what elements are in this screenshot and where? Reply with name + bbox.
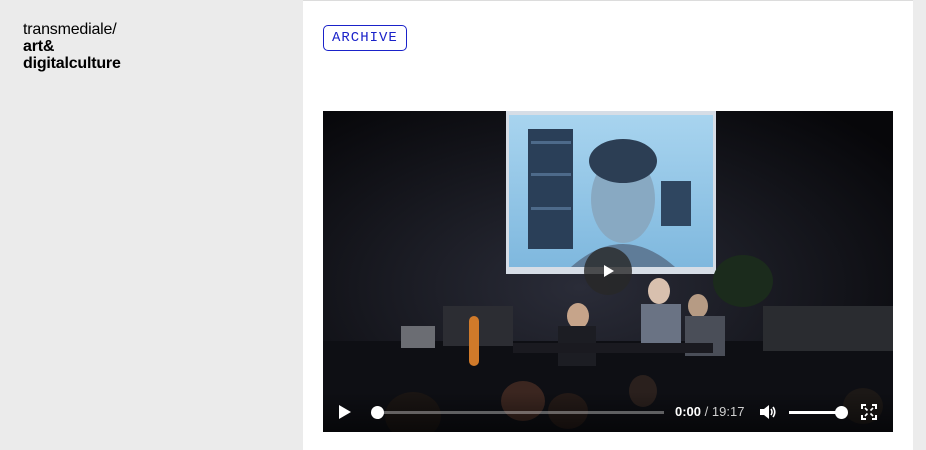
volume-icon xyxy=(760,405,776,419)
time-separator: / xyxy=(704,404,709,419)
fullscreen-button[interactable] xyxy=(861,404,877,420)
volume-fill xyxy=(789,411,841,414)
progress-bar[interactable] xyxy=(371,406,664,419)
volume-slider[interactable] xyxy=(789,406,848,419)
logo-line-1: transmediale/ xyxy=(23,21,117,38)
play-button[interactable] xyxy=(337,404,353,420)
logo-line-2: art& xyxy=(23,38,55,55)
play-icon xyxy=(339,405,351,419)
mute-button[interactable] xyxy=(759,404,777,420)
progress-handle[interactable] xyxy=(371,406,384,419)
video-controls: 0:00 / 19:17 xyxy=(323,392,893,432)
volume-handle[interactable] xyxy=(835,406,848,419)
video-player[interactable]: 0:00 / 19:17 xyxy=(323,111,893,432)
archive-badge[interactable]: ARCHIVE xyxy=(323,25,407,51)
main-content: ARCHIVE 0:00 / 19:17 xyxy=(303,0,913,450)
fullscreen-icon xyxy=(861,404,877,420)
play-icon xyxy=(604,265,614,277)
site-logo[interactable]: transmediale/ art& digitalculture xyxy=(23,21,121,72)
duration: 19:17 xyxy=(711,404,745,419)
time-display: 0:00 / 19:17 xyxy=(675,404,744,420)
big-play-button[interactable] xyxy=(584,247,632,295)
page-scrollbar[interactable] xyxy=(913,0,926,450)
sidebar: transmediale/ art& digitalculture xyxy=(0,0,303,450)
logo-line-3: digitalculture xyxy=(23,55,121,72)
current-time: 0:00 xyxy=(675,404,702,419)
